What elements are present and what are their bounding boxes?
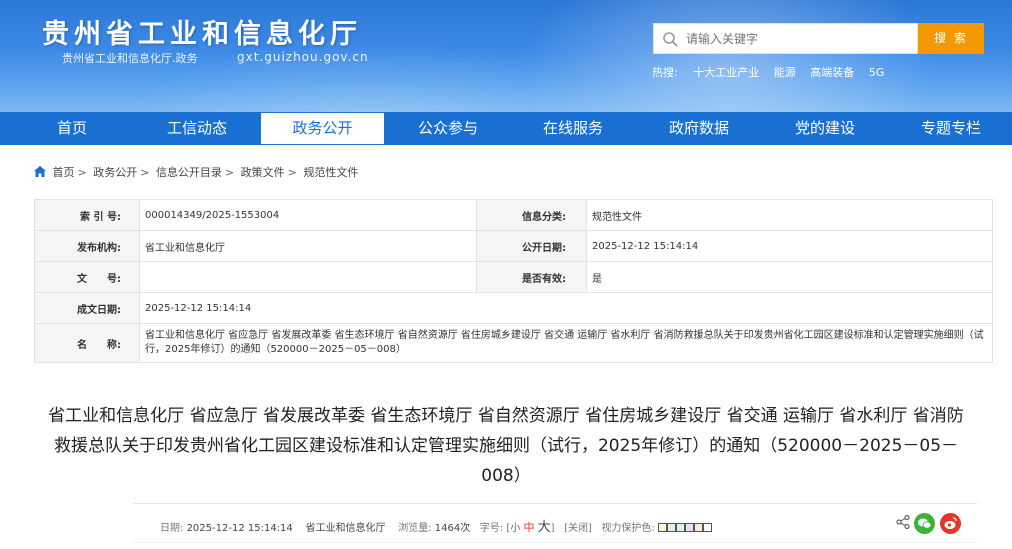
breadcrumb-item[interactable]: 信息公开目录 <box>156 166 222 179</box>
index-value: 000014349/2025-1553004 <box>139 199 477 231</box>
publisher-label: 发布机构: <box>34 230 140 262</box>
weibo-icon[interactable] <box>940 513 961 534</box>
docno-value <box>139 261 477 293</box>
publisher-value: 省工业和信息化厅 <box>139 230 477 262</box>
nav-item-topics[interactable]: 专题专栏 <box>909 112 993 145</box>
swatch-white[interactable] <box>703 523 712 532</box>
written-date-value: 2025-12-12 15:14:14 <box>139 292 993 324</box>
category-label: 信息分类: <box>476 199 587 231</box>
category-value: 规范性文件 <box>586 199 993 231</box>
hot-search-item[interactable]: 高端装备 <box>810 66 854 79</box>
hot-search-label: 热搜: <box>652 66 678 79</box>
pubdate-label: 公开日期: <box>476 230 587 262</box>
wechat-icon[interactable] <box>914 513 935 534</box>
article-title: 省工业和信息化厅 省应急厅 省发展改革委 省生态环境厅 省自然资源厅 省住房城乡… <box>48 406 964 486</box>
source-value: 省工业和信息化厅 <box>305 523 386 534</box>
font-size-label: 字号: <box>479 523 504 534</box>
site-subtitle: 贵州省工业和信息化厅.政务 <box>62 52 198 65</box>
close-button[interactable]: [关闭] <box>564 523 592 534</box>
nav-item-public[interactable]: 公众参与 <box>406 112 490 145</box>
swatch-purple[interactable] <box>685 523 694 532</box>
swatch-blue[interactable] <box>676 523 685 532</box>
hot-search-item[interactable]: 十大工业产业 <box>693 66 759 79</box>
swatch-green[interactable] <box>667 523 676 532</box>
hot-search-item[interactable]: 5G <box>869 66 885 79</box>
search-button[interactable]: 搜 索 <box>918 23 984 54</box>
site-title[interactable]: 贵州省工业和信息化厅 <box>42 12 362 51</box>
hot-search: 热搜: 十大工业产业 能源 高端装备 5G <box>652 64 895 80</box>
name-value: 省工业和信息化厅 省应急厅 省发展改革委 省生态环境厅 省自然资源厅 省住房城乡… <box>139 323 993 363</box>
nav-item-news[interactable]: 工信动态 <box>155 112 239 145</box>
valid-label: 是否有效: <box>476 261 587 293</box>
breadcrumb-item[interactable]: 规范性文件 <box>303 166 358 179</box>
font-medium-button[interactable]: 中 <box>523 521 534 534</box>
name-label: 名 称: <box>34 323 140 363</box>
font-large-button[interactable]: 大 <box>538 520 551 535</box>
vision-protect-label: 视力保护色: <box>601 523 655 534</box>
written-date-label: 成文日期: <box>34 292 140 324</box>
pubdate-value: 2025-12-12 15:14:14 <box>586 230 993 262</box>
site-header: 贵州省工业和信息化厅 贵州省工业和信息化厅.政务 gxt.guizhou.gov… <box>0 0 1012 112</box>
swatch-yellow[interactable] <box>658 523 667 532</box>
swatch-pink[interactable] <box>694 523 703 532</box>
views-value: 1464次 <box>434 523 471 534</box>
breadcrumb-item[interactable]: 政务公开 <box>93 166 137 179</box>
article-meta: 日期: 2025-12-12 15:14:14 省工业和信息化厅 浏览量: 14… <box>160 516 712 535</box>
nav-item-party[interactable]: 党的建设 <box>783 112 867 145</box>
views-label: 浏览量: <box>398 523 432 534</box>
hot-search-item[interactable]: 能源 <box>774 66 796 79</box>
nav-item-home[interactable]: 首页 <box>30 112 114 145</box>
nav-item-online-service[interactable]: 在线服务 <box>531 112 615 145</box>
home-icon <box>34 166 46 177</box>
valid-value: 是 <box>586 261 993 293</box>
breadcrumb-item[interactable]: 政策文件 <box>241 166 285 179</box>
main-nav: 首页 工信动态 政务公开 公众参与 在线服务 政府数据 党的建设 专题专栏 <box>0 112 1012 145</box>
nav-item-gov-affairs[interactable]: 政务公开 <box>260 112 385 145</box>
nav-item-gov-data[interactable]: 政府数据 <box>657 112 741 145</box>
search-input[interactable] <box>686 28 911 50</box>
breadcrumb-item[interactable]: 首页 <box>53 166 75 179</box>
date-value: 2025-12-12 15:14:14 <box>186 523 293 534</box>
font-small-button[interactable]: 小 <box>510 523 520 534</box>
doc-info-table: 索 引 号: 000014349/2025-1553004 信息分类: 规范性文… <box>34 199 993 363</box>
search-icon <box>663 32 678 47</box>
date-label: 日期: <box>160 523 184 534</box>
docno-label: 文 号: <box>34 261 140 293</box>
divider <box>133 503 977 504</box>
share-icon[interactable] <box>896 515 910 529</box>
search-box <box>653 23 918 54</box>
breadcrumb: 首页 > 政务公开 > 信息公开目录 > 政策文件 > 规范性文件 <box>34 164 358 180</box>
site-url: gxt.guizhou.gov.cn <box>237 50 369 64</box>
index-label: 索 引 号: <box>34 199 140 231</box>
